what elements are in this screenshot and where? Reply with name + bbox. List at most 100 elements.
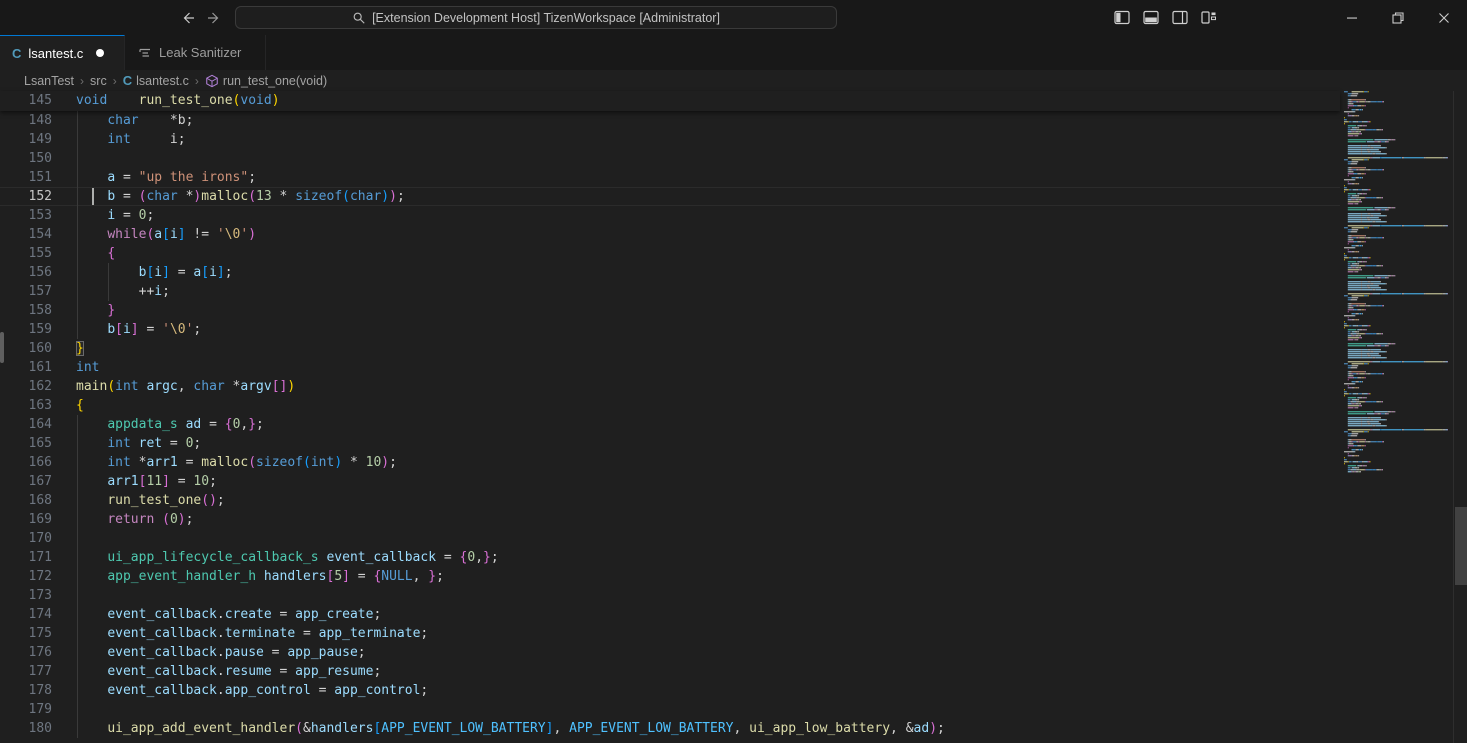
line-number[interactable]: 150 <box>0 149 52 168</box>
line-number[interactable]: 170 <box>0 529 52 548</box>
code-editor[interactable]: 145void run_test_one(void) 148 char *b;1… <box>0 91 1467 743</box>
line-number[interactable]: 156 <box>0 263 52 282</box>
code-line-154[interactable]: 154 while(a[i] != '\0') <box>0 225 1340 244</box>
line-number[interactable]: 173 <box>0 586 52 605</box>
breadcrumb-symbol[interactable]: run_test_one(void) <box>205 74 327 88</box>
code-line-158[interactable]: 158 } <box>0 301 1340 320</box>
line-number[interactable]: 153 <box>0 206 52 225</box>
code-line-151[interactable]: 151 a = "up the irons"; <box>0 168 1340 187</box>
line-number[interactable]: 145 <box>0 91 52 110</box>
code-line-165[interactable]: 165 int ret = 0; <box>0 434 1340 453</box>
line-number[interactable]: 155 <box>0 244 52 263</box>
line-number[interactable]: 180 <box>0 719 52 738</box>
code-text[interactable]: i = 0; <box>52 206 154 225</box>
code-text[interactable]: } <box>52 301 115 320</box>
line-number[interactable]: 166 <box>0 453 52 472</box>
breadcrumb-folder[interactable]: src <box>90 74 107 88</box>
line-number[interactable]: 176 <box>0 643 52 662</box>
code-text[interactable]: return (0); <box>52 510 193 529</box>
code-line-148[interactable]: 148 char *b; <box>0 111 1340 130</box>
line-number[interactable]: 163 <box>0 396 52 415</box>
line-number[interactable]: 149 <box>0 130 52 149</box>
code-line-155[interactable]: 155 { <box>0 244 1340 263</box>
code-text[interactable] <box>52 149 76 168</box>
tab-leak-sanitizer[interactable]: Leak Sanitizer <box>126 35 266 70</box>
code-line-171[interactable]: 171 ui_app_lifecycle_callback_s event_ca… <box>0 548 1340 567</box>
code-text[interactable] <box>52 586 76 605</box>
tab-lsantest-c[interactable]: C lsantest.c <box>0 35 125 70</box>
code-line-177[interactable]: 177 event_callback.resume = app_resume; <box>0 662 1340 681</box>
code-text[interactable]: event_callback.app_control = app_control… <box>52 681 428 700</box>
breadcrumb-file[interactable]: C lsantest.c <box>123 73 189 88</box>
line-number[interactable]: 164 <box>0 415 52 434</box>
code-line-164[interactable]: 164 appdata_s ad = {0,}; <box>0 415 1340 434</box>
line-number[interactable]: 162 <box>0 377 52 396</box>
code-line-149[interactable]: 149 int i; <box>0 130 1340 149</box>
code-text[interactable]: event_callback.resume = app_resume; <box>52 662 381 681</box>
code-text[interactable]: ++i; <box>52 282 170 301</box>
line-number[interactable]: 154 <box>0 225 52 244</box>
breadcrumb-folder[interactable]: LsanTest <box>24 74 74 88</box>
scrollbar-slider[interactable] <box>1455 507 1467 585</box>
code-line-169[interactable]: 169 return (0); <box>0 510 1340 529</box>
line-number[interactable]: 159 <box>0 320 52 339</box>
go-back-icon[interactable] <box>178 8 198 28</box>
code-line-167[interactable]: 167 arr1[11] = 10; <box>0 472 1340 491</box>
line-number[interactable]: 168 <box>0 491 52 510</box>
code-line-160[interactable]: 160} <box>0 339 1340 358</box>
line-number[interactable]: 175 <box>0 624 52 643</box>
code-text[interactable]: ui_app_add_event_handler(&handlers[APP_E… <box>52 719 945 738</box>
code-text[interactable]: int i; <box>52 130 186 149</box>
minimap[interactable] <box>1340 91 1453 743</box>
code-line-179[interactable]: 179 <box>0 700 1340 719</box>
code-text[interactable]: appdata_s ad = {0,}; <box>52 415 264 434</box>
code-line-173[interactable]: 173 <box>0 586 1340 605</box>
code-line-172[interactable]: 172 app_event_handler_h handlers[5] = {N… <box>0 567 1340 586</box>
code-text[interactable]: char *b; <box>52 111 193 130</box>
code-text[interactable]: event_callback.terminate = app_terminate… <box>52 624 428 643</box>
minimize-button[interactable] <box>1329 0 1375 35</box>
code-text[interactable]: void run_test_one(void) <box>52 91 280 110</box>
code-text[interactable]: run_test_one(); <box>52 491 225 510</box>
code-line-176[interactable]: 176 event_callback.pause = app_pause; <box>0 643 1340 662</box>
code-line-157[interactable]: 157 ++i; <box>0 282 1340 301</box>
code-line-159[interactable]: 159 b[i] = '\0'; <box>0 320 1340 339</box>
code-text[interactable]: int ret = 0; <box>52 434 201 453</box>
code-text[interactable]: b[i] = a[i]; <box>52 263 233 282</box>
line-number[interactable]: 152 <box>0 187 52 206</box>
go-forward-icon[interactable] <box>204 8 224 28</box>
toggle-primary-sidebar-icon[interactable] <box>1114 10 1130 25</box>
code-line-170[interactable]: 170 <box>0 529 1340 548</box>
line-number[interactable]: 165 <box>0 434 52 453</box>
code-text[interactable]: int *arr1 = malloc(sizeof(int) * 10); <box>52 453 397 472</box>
line-number[interactable]: 160 <box>0 339 52 358</box>
line-number[interactable]: 169 <box>0 510 52 529</box>
line-number[interactable]: 167 <box>0 472 52 491</box>
editor-scrollbar[interactable] <box>1453 91 1467 743</box>
toggle-panel-icon[interactable] <box>1143 10 1159 25</box>
code-text[interactable]: ui_app_lifecycle_callback_s event_callba… <box>52 548 499 567</box>
line-number[interactable]: 172 <box>0 567 52 586</box>
sticky-line-145[interactable]: 145void run_test_one(void) <box>0 91 1340 110</box>
customize-layout-icon[interactable] <box>1201 10 1217 25</box>
code-line-180[interactable]: 180 ui_app_add_event_handler(&handlers[A… <box>0 719 1340 738</box>
line-number[interactable]: 178 <box>0 681 52 700</box>
code-text[interactable]: app_event_handler_h handlers[5] = {NULL,… <box>52 567 444 586</box>
code-line-156[interactable]: 156 b[i] = a[i]; <box>0 263 1340 282</box>
code-line-174[interactable]: 174 event_callback.create = app_create; <box>0 605 1340 624</box>
code-text[interactable]: event_callback.pause = app_pause; <box>52 643 366 662</box>
code-line-168[interactable]: 168 run_test_one(); <box>0 491 1340 510</box>
code-text[interactable]: { <box>52 244 115 263</box>
code-text[interactable]: b = (char *)malloc(13 * sizeof(char)); <box>52 187 405 206</box>
code-line-166[interactable]: 166 int *arr1 = malloc(sizeof(int) * 10)… <box>0 453 1340 472</box>
left-sash-handle[interactable] <box>0 332 4 363</box>
code-text[interactable] <box>52 700 76 719</box>
code-text[interactable] <box>52 529 76 548</box>
code-text[interactable]: { <box>52 396 84 415</box>
close-button[interactable] <box>1421 0 1467 35</box>
code-text[interactable]: while(a[i] != '\0') <box>52 225 256 244</box>
command-center-search[interactable]: [Extension Development Host] TizenWorksp… <box>235 6 837 29</box>
code-line-153[interactable]: 153 i = 0; <box>0 206 1340 225</box>
toggle-secondary-sidebar-icon[interactable] <box>1172 10 1188 25</box>
code-line-150[interactable]: 150 <box>0 149 1340 168</box>
